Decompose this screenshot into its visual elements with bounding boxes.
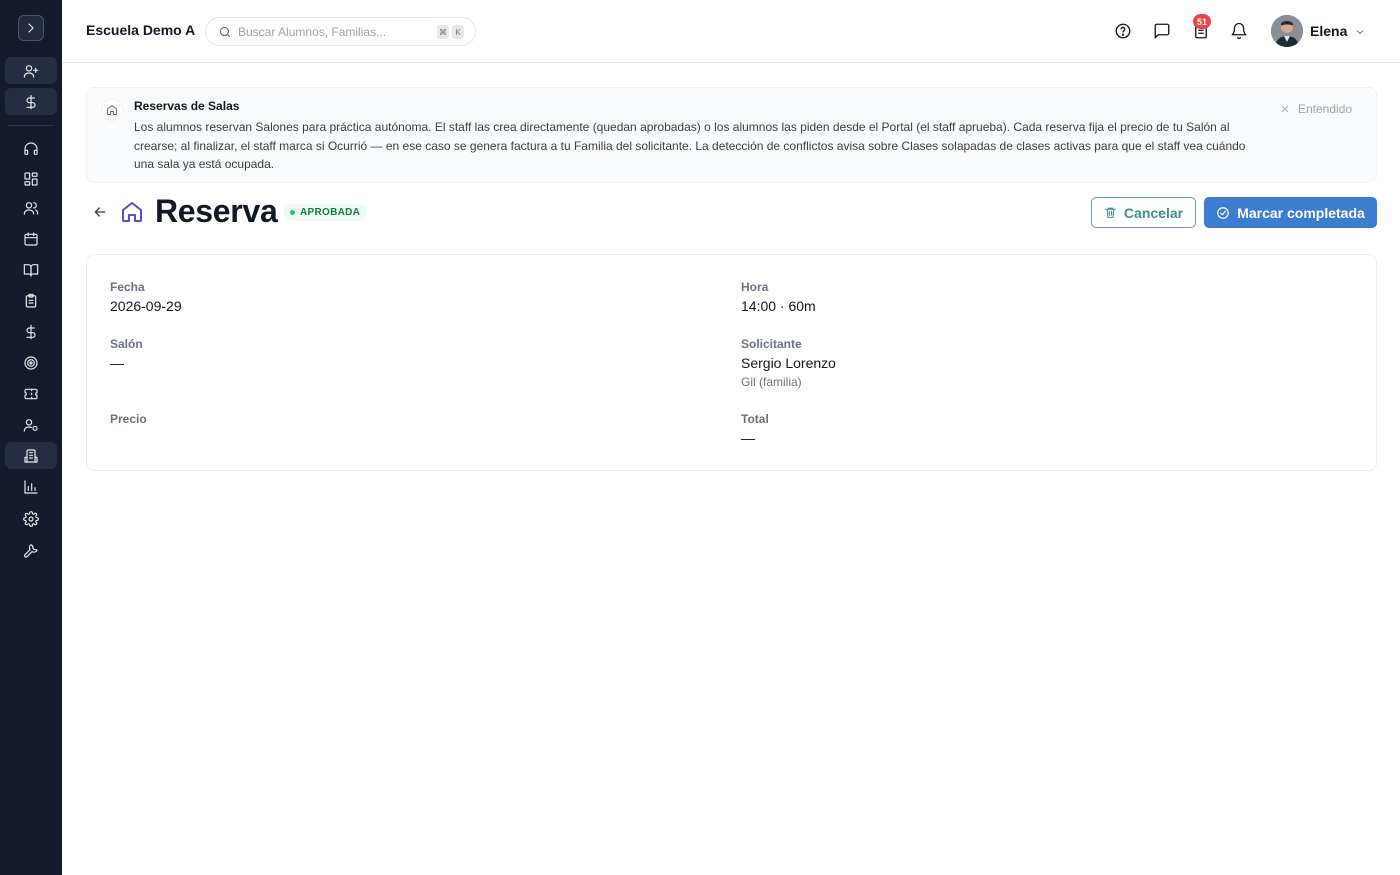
trash-icon [1105,207,1116,218]
sidebar [0,0,62,875]
target-icon [24,355,38,370]
settings-icon [23,510,39,527]
search-input[interactable] [238,23,398,41]
total-value: — [741,430,755,446]
sidebar-divider [8,125,54,126]
status-label: APROBADA [300,207,361,218]
user-cog-icon [23,418,38,432]
dashboard-grid-icon [24,171,38,186]
sidebar-item-dashboard[interactable] [5,165,57,192]
banner-text: Los alumnos reservan Salones para prácti… [134,120,1246,171]
home-icon [107,105,117,115]
info-banner: Reservas de Salas Los alumnos reservan S… [86,87,1377,183]
clipboard-list-icon [25,293,37,308]
calendar-icon [24,231,38,246]
banner-home-icon [101,99,123,121]
sidebar-item-attendance[interactable] [5,287,57,314]
wrench-icon [24,543,38,558]
hora-value: 14:00 · 60m [741,298,816,314]
banner-title: Reservas de Salas [134,99,240,113]
sidebar-item-courses[interactable] [5,256,57,283]
back-button[interactable] [92,204,110,222]
global-search[interactable]: ⌘ K [205,17,476,46]
sidebar-item-staff[interactable] [5,411,57,438]
tasks-count-badge: 51 [1193,14,1211,29]
search-icon [219,26,231,38]
reservation-details-card: Fecha 2026-09-29 Hora 14:00 · 60m Salón … [86,254,1377,471]
bar-chart-icon [24,479,38,494]
user-plus-icon [23,64,39,78]
cancel-label: Cancelar [1123,204,1184,221]
message-square-icon [1154,23,1170,39]
sidebar-item-tools[interactable] [5,536,57,563]
home-icon [120,200,144,224]
help-button[interactable] [1113,21,1133,41]
messages-button[interactable] [1152,21,1172,41]
sidebar-item-goals[interactable] [5,349,57,376]
arrow-left-icon [94,207,106,217]
user-photo [1271,15,1303,47]
page-title: Reserva [155,193,278,229]
users-icon [23,201,39,215]
fecha-label: Fecha [110,280,145,294]
ticket-icon [24,388,38,399]
sidebar-item-payments[interactable] [5,88,57,115]
total-label: Total [741,412,769,426]
sidebar-item-students[interactable] [5,194,57,221]
status-badge: APROBADA [284,204,368,221]
user-menu-toggle[interactable] [1354,25,1366,37]
notifications-button[interactable] [1229,21,1249,41]
bell-icon [1231,22,1247,40]
shortcut-key-cmd: ⌘ [437,25,449,39]
user-name[interactable]: Elena [1310,23,1347,39]
sidebar-item-reports[interactable] [5,473,57,500]
close-icon [1281,105,1289,113]
dollar-icon [26,324,36,339]
mark-complete-label: Marcar completada [1237,204,1365,221]
chevron-right-icon [28,23,34,33]
sidebar-item-support[interactable] [5,135,57,162]
sidebar-item-add-student[interactable] [5,57,57,84]
dismiss-banner-button[interactable]: Entendido [1280,102,1352,116]
headset-icon [24,141,38,155]
dollar-icon [26,94,36,109]
fecha-value: 2026-09-29 [110,298,182,314]
sidebar-item-rooms[interactable] [5,442,57,469]
hora-label: Hora [741,280,769,294]
precio-label: Precio [110,412,147,426]
school-name: Escuela Demo A [86,22,196,38]
sidebar-item-settings[interactable] [5,505,57,532]
book-open-icon [23,263,39,277]
sidebar-item-calendar[interactable] [5,225,57,252]
solicitante-family: Gil (familia) [741,375,802,389]
sidebar-item-events[interactable] [5,380,57,407]
solicitante-value: Sergio Lorenzo [741,355,836,371]
sidebar-toggle-button[interactable] [18,15,44,41]
help-circle-icon [1115,23,1131,39]
solicitante-label: Solicitante [741,337,802,351]
cancel-button[interactable]: Cancelar [1091,197,1196,228]
shortcut-key-k: K [452,25,464,39]
status-dot [290,210,295,215]
sidebar-item-billing[interactable] [5,318,57,345]
check-circle-icon [1217,206,1230,219]
salon-value: — [110,355,124,371]
user-avatar[interactable] [1271,15,1303,47]
dismiss-label: Entendido [1298,102,1353,116]
chevron-down-icon [1356,30,1364,35]
building-icon [24,448,38,463]
salon-label: Salón [110,337,143,351]
mark-complete-button[interactable]: Marcar completada [1204,197,1377,228]
